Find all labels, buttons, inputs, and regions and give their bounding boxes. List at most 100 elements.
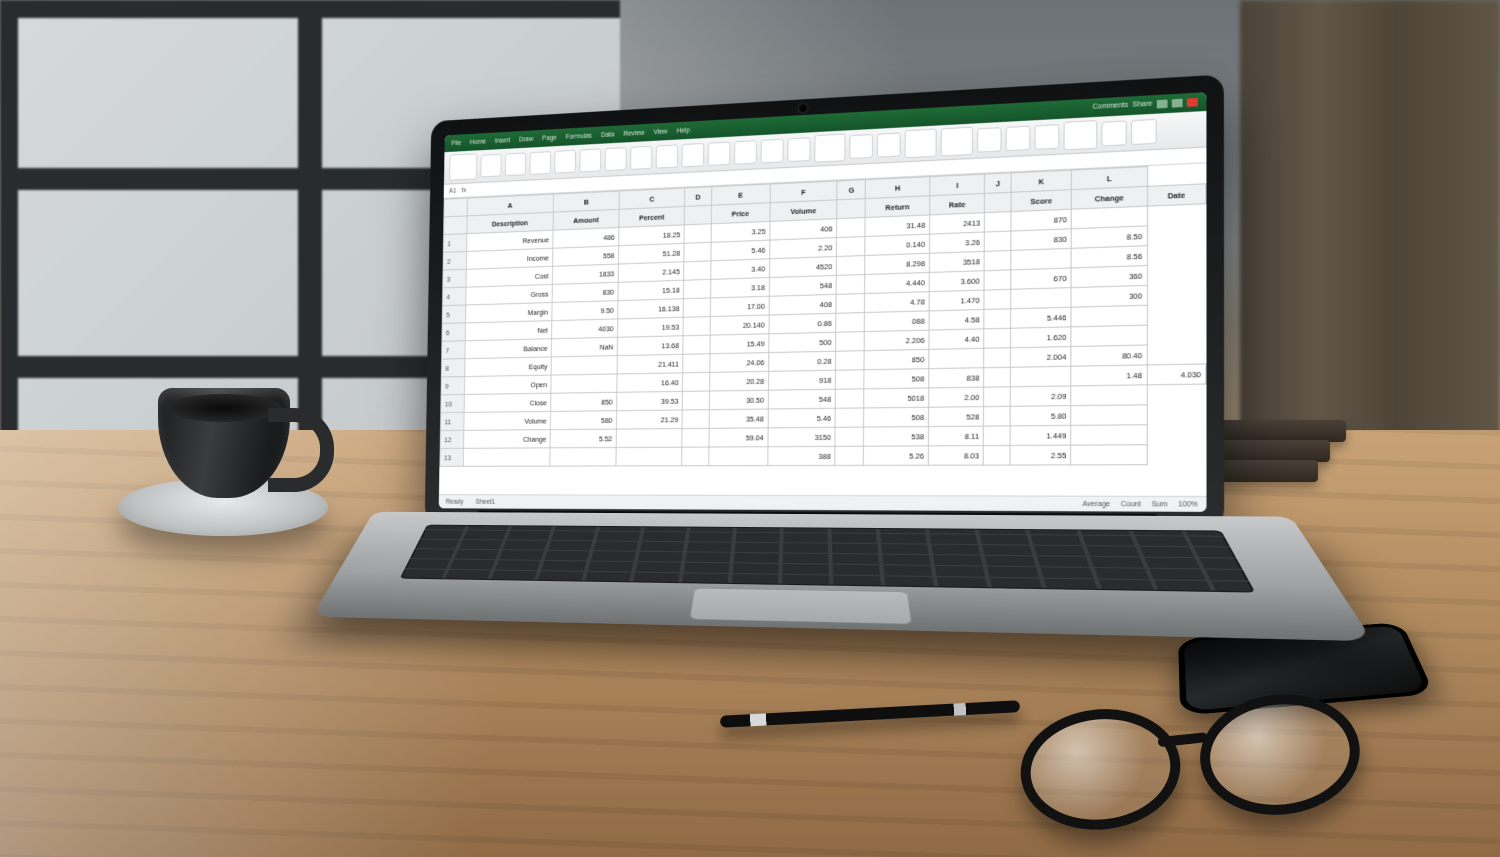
data-cell[interactable]: 5.26: [864, 446, 929, 465]
tab[interactable]: Draw: [519, 136, 534, 143]
fx-icon[interactable]: fx: [462, 187, 467, 194]
data-cell[interactable]: 20.28: [709, 371, 768, 391]
row-header[interactable]: 12: [440, 430, 464, 448]
data-cell[interactable]: [684, 298, 711, 317]
label-cell[interactable]: Volume: [464, 411, 551, 430]
data-cell[interactable]: 508: [864, 369, 929, 389]
data-cell[interactable]: [683, 391, 710, 410]
row-header[interactable]: 10: [441, 394, 465, 412]
data-cell[interactable]: 4.030: [1147, 364, 1206, 385]
data-cell[interactable]: [682, 447, 709, 466]
data-cell[interactable]: 4030: [552, 319, 618, 339]
data-cell[interactable]: 408: [769, 294, 836, 315]
data-cell[interactable]: [684, 242, 711, 261]
titlebar-right[interactable]: Comments: [1092, 102, 1128, 112]
data-cell[interactable]: [984, 387, 1011, 407]
data-cell[interactable]: [551, 356, 617, 375]
fill-color-button[interactable]: [630, 146, 652, 170]
data-cell[interactable]: 2.20: [770, 238, 837, 259]
data-cell[interactable]: 528: [929, 407, 984, 427]
font-color-button[interactable]: [656, 144, 678, 168]
field-header[interactable]: Score: [1011, 190, 1072, 212]
data-cell[interactable]: 300: [1071, 285, 1147, 307]
row-header[interactable]: 9: [441, 377, 465, 395]
data-cell[interactable]: 580: [550, 411, 616, 430]
data-cell[interactable]: [1071, 305, 1147, 327]
data-cell[interactable]: [837, 218, 866, 238]
data-cell[interactable]: [835, 408, 864, 427]
tab[interactable]: File: [451, 140, 461, 147]
copy-button[interactable]: [505, 152, 526, 176]
data-cell[interactable]: 9.50: [552, 301, 618, 321]
underline-button[interactable]: [579, 148, 601, 172]
autosum-button[interactable]: [1064, 120, 1098, 151]
merge-button[interactable]: [787, 137, 810, 162]
data-cell[interactable]: [684, 224, 711, 244]
data-cell[interactable]: [551, 374, 617, 393]
data-cell[interactable]: [835, 446, 864, 465]
row-header[interactable]: 2: [443, 251, 467, 270]
data-cell[interactable]: 918: [768, 370, 835, 390]
tab[interactable]: Review: [623, 129, 644, 137]
data-cell[interactable]: [984, 348, 1011, 368]
data-cell[interactable]: 548: [769, 275, 836, 296]
tab[interactable]: View: [653, 128, 667, 136]
data-cell[interactable]: [1011, 248, 1072, 270]
data-cell[interactable]: 3.600: [929, 271, 984, 292]
bold-button[interactable]: [529, 151, 551, 175]
row-header[interactable]: 8: [441, 359, 465, 377]
row-header[interactable]: 4: [442, 287, 466, 306]
comma-button[interactable]: [877, 132, 901, 157]
align-center-button[interactable]: [708, 142, 731, 167]
label-cell[interactable]: [463, 448, 550, 466]
data-cell[interactable]: NaN: [551, 337, 617, 357]
zoom-level[interactable]: 100%: [1178, 501, 1198, 508]
row-header[interactable]: 7: [442, 341, 466, 359]
data-cell[interactable]: [550, 448, 616, 467]
data-cell[interactable]: 830: [552, 282, 618, 302]
label-cell[interactable]: Balance: [465, 339, 552, 359]
border-button[interactable]: [605, 147, 627, 171]
data-cell[interactable]: 8.11: [928, 426, 983, 446]
column-header[interactable]: I: [930, 174, 985, 196]
data-cell[interactable]: 18.25: [619, 225, 685, 246]
field-header[interactable]: [444, 216, 468, 235]
data-cell[interactable]: 1833: [552, 264, 618, 284]
data-cell[interactable]: 558: [553, 246, 619, 267]
data-cell[interactable]: [837, 255, 866, 275]
data-cell[interactable]: [682, 410, 709, 429]
row-header[interactable]: 13: [440, 448, 464, 466]
tab[interactable]: Insert: [495, 137, 510, 144]
label-cell[interactable]: Open: [464, 375, 551, 394]
data-cell[interactable]: [708, 447, 768, 466]
maximize-icon[interactable]: [1172, 99, 1183, 108]
data-cell[interactable]: 16.40: [617, 373, 683, 392]
data-cell[interactable]: [984, 406, 1011, 426]
data-cell[interactable]: 31.48: [865, 215, 930, 237]
tab[interactable]: Data: [601, 131, 614, 138]
data-cell[interactable]: [683, 317, 710, 336]
data-cell[interactable]: [836, 351, 865, 371]
data-cell[interactable]: 2.09: [1010, 386, 1071, 406]
data-cell[interactable]: 1.449: [1010, 425, 1071, 445]
data-cell[interactable]: 850: [864, 349, 929, 369]
data-cell[interactable]: 30.50: [709, 390, 768, 409]
minimize-icon[interactable]: [1157, 100, 1168, 109]
data-cell[interactable]: 5.52: [550, 429, 616, 448]
data-cell[interactable]: 088: [865, 311, 930, 332]
data-cell[interactable]: [984, 250, 1010, 270]
data-cell[interactable]: 2.145: [618, 262, 684, 283]
data-cell[interactable]: 4.40: [929, 329, 984, 350]
data-cell[interactable]: [1071, 425, 1147, 445]
align-right-button[interactable]: [734, 140, 757, 165]
data-cell[interactable]: [985, 231, 1011, 251]
data-cell[interactable]: 2.004: [1010, 347, 1071, 368]
delete-button[interactable]: [1006, 126, 1031, 152]
data-cell[interactable]: [984, 289, 1010, 309]
data-cell[interactable]: 24.06: [709, 353, 768, 373]
data-cell[interactable]: 3.40: [710, 259, 769, 280]
data-cell[interactable]: [1071, 405, 1147, 426]
data-cell[interactable]: [1071, 325, 1147, 346]
data-cell[interactable]: [1071, 385, 1147, 406]
data-cell[interactable]: 15.18: [618, 280, 684, 300]
